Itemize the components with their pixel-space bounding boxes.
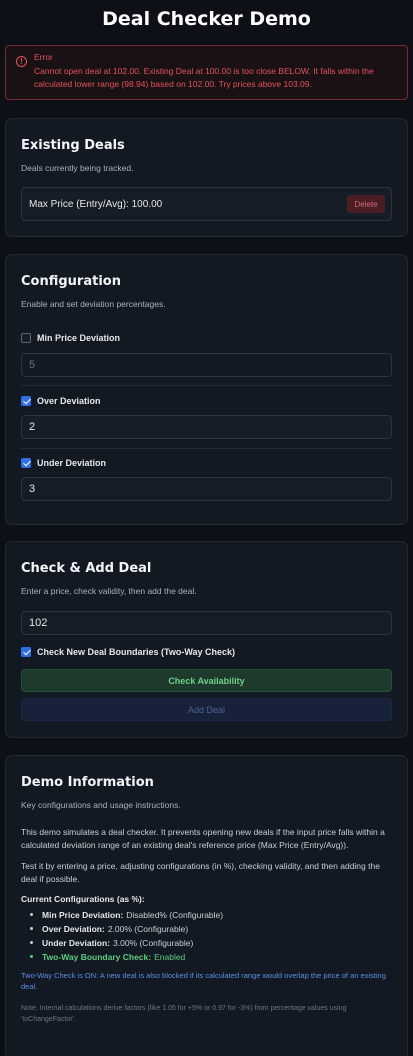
divider — [21, 385, 392, 386]
over-deviation-toggle[interactable]: Over Deviation — [21, 396, 101, 406]
list-item: Over Deviation: 2.00% (Configurable) — [21, 922, 392, 936]
existing-deals-subtitle: Deals currently being tracked. — [21, 163, 134, 173]
demo-info-paragraph-1: This demo simulates a deal checker. It p… — [21, 827, 385, 850]
min-price-deviation-label: Min Price Deviation — [37, 333, 121, 343]
under-deviation-label: Under Deviation — [37, 458, 107, 468]
list-item: Two-Way Boundary Check: Enabled — [21, 950, 392, 964]
internal-note: Note: Internal calculations derive facto… — [21, 1004, 347, 1023]
two-way-check-checkbox[interactable] — [21, 647, 31, 657]
over-deviation-checkbox[interactable] — [21, 396, 31, 406]
add-deal-button[interactable]: Add Deal — [21, 698, 392, 721]
error-message: Cannot open deal at 102.00. Existing Dea… — [34, 66, 374, 89]
divider — [21, 448, 392, 449]
deal-label: Max Price (Entry/Avg): 100.00 — [29, 198, 163, 210]
alert-circle-icon: ! — [16, 56, 27, 67]
list-item: Min Price Deviation: Disabled% (Configura… — [21, 908, 392, 922]
over-deviation-input[interactable]: 2 — [21, 415, 392, 439]
configuration-card: Configuration Enable and set deviation p… — [5, 254, 408, 525]
check-availability-button[interactable]: Check Availability — [21, 669, 392, 692]
check-add-title: Check & Add Deal — [21, 561, 152, 576]
list-item: Under Deviation: 3.00% (Configurable) — [21, 936, 392, 950]
check-add-subtitle: Enter a price, check validity, then add … — [21, 586, 197, 596]
two-way-check-toggle[interactable]: Check New Deal Boundaries (Two-Way Check… — [21, 647, 235, 657]
min-price-deviation-toggle[interactable]: Min Price Deviation — [21, 333, 120, 343]
min-price-deviation-input[interactable]: 5 — [21, 353, 392, 377]
delete-deal-button[interactable]: Delete — [347, 195, 385, 213]
min-price-deviation-checkbox[interactable] — [21, 333, 31, 343]
existing-deals-card: Existing Deals Deals currently being tra… — [5, 118, 408, 237]
error-title: Error — [34, 52, 53, 62]
under-deviation-checkbox[interactable] — [21, 458, 31, 468]
under-deviation-input[interactable]: 3 — [21, 477, 392, 501]
demo-info-title: Demo Information — [21, 775, 154, 790]
demo-info-paragraph-2: Test it by entering a price, adjusting c… — [21, 861, 380, 884]
demo-info-card: Demo Information Key configurations and … — [5, 755, 408, 1056]
demo-info-subtitle: Key configurations and usage instruction… — [21, 800, 181, 810]
configuration-subtitle: Enable and set deviation percentages. — [21, 299, 166, 309]
deal-row: Max Price (Entry/Avg): 100.00 Delete — [21, 187, 392, 221]
configs-heading: Current Configurations (as %): — [21, 894, 145, 904]
two-way-note: Two-Way Check is ON: A new deal is also … — [21, 970, 386, 991]
price-input[interactable]: 102 — [21, 611, 392, 635]
two-way-check-label: Check New Deal Boundaries (Two-Way Check… — [37, 647, 236, 657]
check-add-card: Check & Add Deal Enter a price, check va… — [5, 541, 408, 738]
under-deviation-toggle[interactable]: Under Deviation — [21, 458, 106, 468]
error-alert: ! Error Cannot open deal at 102.00. Exis… — [5, 45, 408, 100]
existing-deals-title: Existing Deals — [21, 138, 125, 153]
page-title: Deal Checker Demo — [102, 8, 311, 30]
configuration-title: Configuration — [21, 274, 121, 289]
configs-list: Min Price Deviation: Disabled% (Configura… — [21, 908, 392, 964]
over-deviation-label: Over Deviation — [37, 396, 101, 406]
